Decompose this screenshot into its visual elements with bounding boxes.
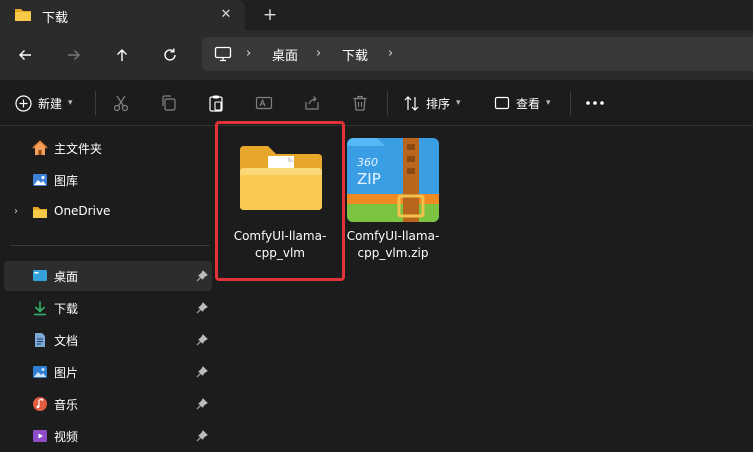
computer-icon [214,46,232,62]
folder-icon [240,146,322,210]
forward-arrow-icon[interactable] [61,42,87,68]
close-icon[interactable]: ✕ [215,4,237,26]
file-name-line2: cpp_vlm.zip [357,246,429,260]
trash-icon [353,95,367,111]
tab-strip: 下载 ✕ + [0,0,753,30]
command-toolbar: 新建 ▾ 排序 ▾ 查看 ▾ [0,80,753,126]
download-icon [34,301,46,316]
sidebar-item-documents[interactable]: 文档 [4,325,212,355]
share-icon [305,96,319,110]
navigation-bar: › 桌面 › 下载 › [0,30,753,80]
pin-icon[interactable] [196,334,208,346]
folder-icon [15,9,31,21]
chevron-down-icon: ▾ [456,98,461,108]
view-icon [494,96,510,110]
new-label: 新建 [38,96,63,111]
breadcrumb-desktop[interactable]: 桌面 [272,45,298,64]
sidebar-item-home[interactable]: 主文件夹 [4,133,212,163]
file-item-folder[interactable]: ComfyUI-llama- cpp_vlm [215,121,345,281]
home-icon [32,140,48,155]
sidebar-divider [10,245,210,246]
pin-icon[interactable] [196,270,208,282]
share-button[interactable] [303,90,321,116]
zip-icon-type-text: ZIP [357,170,381,188]
file-name-line1: ComfyUI-llama- [233,229,327,243]
pin-icon[interactable] [196,430,208,442]
sidebar-item-desktop[interactable]: 桌面 [4,261,212,291]
rename-icon [255,96,273,110]
chevron-right-icon[interactable]: › [14,206,18,217]
delete-button[interactable] [351,90,369,116]
plus-circle-icon [15,94,32,112]
chevron-right-icon: › [316,46,322,61]
more-icon [586,101,604,105]
new-tab-plus-icon[interactable]: + [259,4,281,26]
folder-icon [33,207,47,218]
pin-icon[interactable] [196,302,208,314]
desktop-icon [33,270,47,281]
sidebar-item-label: 下载 [54,302,79,316]
sidebar-item-label: 图库 [54,174,79,188]
refresh-icon[interactable] [157,42,183,68]
rename-button[interactable] [255,90,273,116]
more-options-button[interactable] [585,90,605,116]
paste-button[interactable] [207,90,225,116]
file-name-line1: ComfyUI-llama- [346,229,440,243]
tab-downloads[interactable]: 下载 ✕ [0,0,245,30]
file-name-line2: cpp_vlm [255,246,305,260]
chevron-down-icon: ▾ [68,98,73,108]
sort-label: 排序 [426,96,451,111]
copy-button[interactable] [160,90,178,116]
sidebar-item-label: 主文件夹 [54,142,103,156]
new-button[interactable]: 新建 ▾ [15,90,73,116]
sidebar-item-label: OneDrive [54,204,111,218]
sidebar-item-label: 音乐 [54,398,79,412]
document-icon [35,333,45,347]
sidebar-item-label: 视频 [54,430,79,444]
sidebar-item-pictures[interactable]: 图片 [4,357,212,387]
breadcrumb-downloads[interactable]: 下载 [342,45,368,64]
cut-button[interactable] [112,90,130,116]
sidebar-item-gallery[interactable]: 图库 [4,165,212,195]
picture-icon [33,366,47,378]
sidebar-item-label: 桌面 [54,270,79,284]
navigation-pane: 主文件夹 图库 › OneDrive 桌面 下载 文档 图片 音乐 视频 [0,127,214,452]
sidebar-item-videos[interactable]: 视频 [4,421,212,451]
view-button[interactable]: 查看 ▾ [494,90,551,116]
sidebar-item-onedrive[interactable]: › OneDrive [4,197,212,227]
music-icon [33,397,47,411]
toolbar-divider [570,91,571,115]
pin-icon[interactable] [196,366,208,378]
toolbar-divider [387,91,388,115]
file-item-zip[interactable]: 360 ZIP ComfyUI-llama- cpp_vlm.zip [345,124,471,276]
video-icon [33,430,47,442]
pin-icon[interactable] [196,398,208,410]
toolbar-divider [95,91,96,115]
gallery-icon [33,174,47,186]
view-label: 查看 [516,96,541,111]
scissors-icon [113,95,129,112]
tab-title: 下载 [42,11,69,26]
chevron-right-icon[interactable]: › [388,46,393,61]
address-bar[interactable]: › 桌面 › 下载 › [202,37,753,71]
copy-icon [162,95,176,111]
zip-icon-brand-text: 360 [357,156,378,169]
sidebar-item-label: 图片 [54,366,79,380]
back-arrow-icon[interactable] [12,42,38,68]
sort-icon [404,95,419,111]
clipboard-icon [209,95,223,112]
sidebar-item-music[interactable]: 音乐 [4,389,212,419]
chevron-down-icon: ▾ [546,98,551,108]
file-list: ComfyUI-llama- cpp_vlm 360 ZIP ComfyUI-l… [214,121,753,452]
sidebar-item-label: 文档 [54,334,79,348]
up-arrow-icon[interactable] [109,42,135,68]
chevron-right-icon: › [246,46,252,61]
sort-button[interactable]: 排序 ▾ [403,90,461,116]
zip-archive-icon: 360 ZIP [347,138,439,222]
sidebar-item-downloads[interactable]: 下载 [4,293,212,323]
